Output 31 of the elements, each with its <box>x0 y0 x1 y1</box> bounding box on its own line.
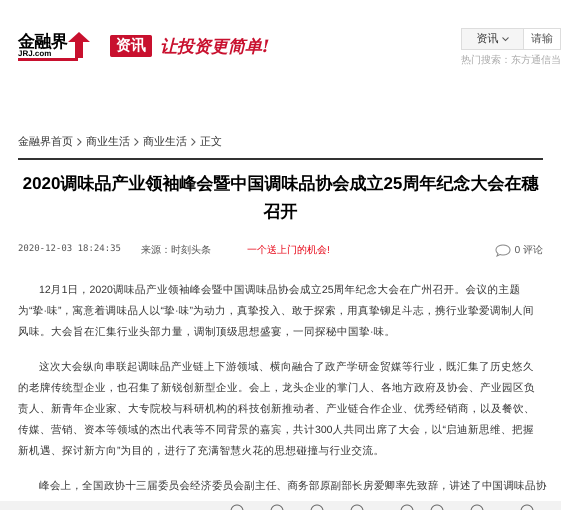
article-source: 来源：时刻头条 <box>140 244 211 258</box>
toolbar-icon[interactable] <box>350 504 364 510</box>
toolbar-icon[interactable] <box>400 504 414 510</box>
article-paragraph: 12月1日，2020调味品产业领袖峰会暨中国调味品协会成立25周年纪念大会在广州召开。会议的主题为“挚·味”，寓意着调味品人以“挚·味”为动力，真挚投入、敢于探索，用真挚铆足斗志，携行业挚爱调制人间风味。大会旨在汇集行业头部力量，调制顶级思想盛宴，一同探秘中国挚·味。 <box>18 283 535 340</box>
article-title: 2020调味品产业领袖峰会暨中国调味品协会成立25周年纪念大会在穗召开 <box>22 173 540 223</box>
channel-badge[interactable]: 资讯 <box>110 35 152 57</box>
chevron-down-icon <box>502 36 508 42</box>
breadcrumb-link[interactable]: 商业生活 <box>143 134 187 150</box>
category-dropdown[interactable]: 资讯 <box>462 29 524 49</box>
search-box[interactable]: 资讯 请输 <box>461 28 561 50</box>
slogan: 让投资更简单! <box>160 36 270 59</box>
toolbar-icon[interactable] <box>230 504 244 510</box>
toolbar-icon[interactable] <box>470 504 484 510</box>
toolbar-icon[interactable] <box>430 504 444 510</box>
publish-date: 2020-12-03 18:24:35 <box>18 243 121 256</box>
breadcrumb-link[interactable]: 金融界首页 <box>18 134 73 150</box>
chevron-right-icon <box>134 138 139 146</box>
promo-link[interactable]: 一个送上门的机会! <box>246 242 330 258</box>
article-paragraph: 这次大会纵向串联起调味品产业链上下游领域、横向融合了政产学研金贸媒等行业，既汇集了历史悠久的老牌传统型企业，也召集了新锐创新型企业。会上，龙头企业的掌门人、各地方政府及协会、产业园区负责人、新青年企业家、大专院校与科研机构的科技创新推动者、产业链合作企业、优秀经销商，以及餐饮、传媒、营销、资本等领域的杰出代表等不同背景的嘉宾，共计300人共同出席了大会，以“启迪新思维、把握新机遇、探讨新方向”为目的，进行了充满智慧火花的思想碰撞与行业交流。 <box>18 360 536 459</box>
chevron-right-icon <box>191 138 196 146</box>
toolbar-icon[interactable] <box>310 504 324 510</box>
breadcrumb-link[interactable]: 正文 <box>200 134 222 150</box>
chevron-right-icon <box>77 138 82 146</box>
speech-bubble-icon <box>494 244 511 256</box>
toolbar-icon[interactable] <box>270 504 284 510</box>
comments-link[interactable]: 0 评论 <box>494 242 543 258</box>
breadcrumb-link[interactable]: 商业生活 <box>86 134 130 150</box>
toolbar-icon[interactable] <box>520 504 534 510</box>
site-logo[interactable]: 金融界 JRJ.com <box>18 28 90 58</box>
hot-search-label: 热门搜索： <box>461 54 511 68</box>
article-paragraph: 峰会上，全国政协十三届委员会经济委员会副主任、商务部原副部长房爱卿率先致辞，讲述了中国调味品协 <box>38 479 547 494</box>
